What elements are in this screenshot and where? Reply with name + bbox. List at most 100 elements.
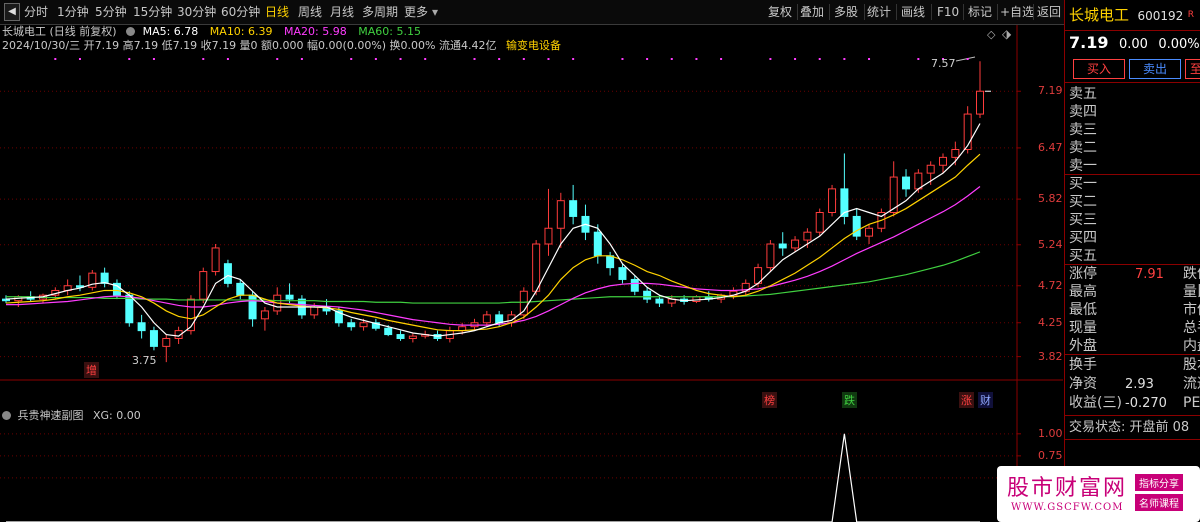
event-marker-cai[interactable]: 财 <box>978 392 993 408</box>
candle-body-up <box>828 188 837 213</box>
signal-dot <box>646 58 649 60</box>
more-dropdown-icon[interactable]: ▾ <box>432 0 438 24</box>
stat-row: 净资 2.93 流通 <box>1069 375 1200 394</box>
candle-body-down <box>593 231 602 257</box>
period-multi[interactable]: 多周期 <box>362 0 398 24</box>
candle-body-down <box>569 200 578 217</box>
signal-dot <box>226 58 229 60</box>
price-axis-label: 6.47 <box>1038 140 1063 154</box>
candle-body-up <box>162 338 171 347</box>
period-fenshi[interactable]: 分时 <box>24 0 48 24</box>
stat-row: 最高 量比 <box>1069 283 1200 302</box>
price-chart[interactable] <box>0 25 1063 522</box>
event-marker-die[interactable]: 跌 <box>842 392 857 408</box>
ask-5: 卖五 <box>1069 86 1097 102</box>
candle-body-down <box>643 290 652 300</box>
stat-row: 最低 市值 <box>1069 301 1200 320</box>
candle-body-up <box>976 90 984 115</box>
stat-label: 最高 <box>1069 284 1097 300</box>
rights-badge: R <box>1187 10 1194 20</box>
period-monthly[interactable]: 月线 <box>330 0 354 24</box>
toolbar-divider <box>864 4 865 20</box>
signal-dot <box>54 58 57 60</box>
stock-name: 长城电工 <box>1069 6 1130 24</box>
ma10-line <box>5 153 981 332</box>
stat-label-right: 股本 <box>1183 357 1200 373</box>
signal-dot <box>522 58 525 60</box>
candle-body-down <box>100 272 109 284</box>
ask-3: 卖三 <box>1069 122 1097 138</box>
stat-label-right: PE <box>1183 395 1200 411</box>
signal-dot <box>473 58 476 60</box>
candle-body-down <box>630 278 639 292</box>
candle-body-up <box>865 227 874 237</box>
candle-body-down <box>618 267 627 280</box>
period-1min[interactable]: 1分钟 <box>57 0 89 24</box>
signal-dot <box>917 58 920 60</box>
tool-multistock[interactable]: 多股 <box>834 0 858 24</box>
signal-dot <box>572 58 575 60</box>
toolbar-divider <box>896 4 897 20</box>
period-5min[interactable]: 5分钟 <box>95 0 127 24</box>
period-60min[interactable]: 60分钟 <box>221 0 260 24</box>
sell-button[interactable]: 卖出 <box>1129 59 1181 79</box>
stat-label-right: 流通 <box>1183 376 1200 392</box>
candle-body-down <box>396 334 405 339</box>
subchart-xg: XG: 0.00 <box>93 409 141 422</box>
price-row: 7.19 0.00 0.00% <box>1069 33 1200 52</box>
candle-body-up <box>803 231 812 241</box>
watermark-tag1: 指标分享 <box>1135 474 1183 491</box>
tool-return[interactable]: 返回 <box>1037 0 1061 24</box>
event-marker-zeng[interactable]: 增 <box>84 362 99 378</box>
price-axis-label: 4.72 <box>1038 278 1063 292</box>
signal-dot <box>621 58 624 60</box>
stat-row: 涨停 7.91 跌停 <box>1069 265 1200 284</box>
event-marker-bang[interactable]: 榜 <box>762 392 777 408</box>
tool-f10[interactable]: F10 <box>937 0 959 24</box>
stat-label: 净资 <box>1069 376 1097 392</box>
candle-body-down <box>778 243 787 249</box>
candle-body-down <box>137 322 146 332</box>
candle-body-down <box>495 314 504 324</box>
tool-mark[interactable]: 标记 <box>968 0 992 24</box>
period-15min[interactable]: 15分钟 <box>133 0 172 24</box>
back-arrow-icon[interactable]: ◀ <box>4 3 20 21</box>
signal-dot <box>670 58 673 60</box>
price-change: 0.00 <box>1118 37 1148 52</box>
tool-draw[interactable]: 画线 <box>901 0 925 24</box>
buy-button[interactable]: 买入 <box>1073 59 1125 79</box>
signal-dot <box>547 58 550 60</box>
period-weekly[interactable]: 周线 <box>298 0 322 24</box>
toolbar-divider <box>797 4 798 20</box>
signal-dot <box>498 58 501 60</box>
price-axis-label: 4.25 <box>1038 315 1063 329</box>
price-axis-label: 3.82 <box>1038 349 1063 363</box>
watermark-url: WWW.GSCFW.COM <box>1011 502 1124 513</box>
period-30min[interactable]: 30分钟 <box>177 0 216 24</box>
tool-stats[interactable]: 统计 <box>867 0 891 24</box>
stat-row: 现量 总手 <box>1069 319 1200 338</box>
subchart-header: 兵贵神速副图 XG: 0.00 <box>2 407 141 423</box>
main-chart-area: 长城电工 (日线 前复权) MA5: 6.78 MA10: 6.39 MA20:… <box>0 25 1063 522</box>
signal-dot <box>350 58 353 60</box>
high-arrow-line <box>955 56 976 62</box>
signal-dot <box>300 58 303 60</box>
subchart-toggle-icon[interactable] <box>2 411 11 420</box>
event-marker-zhang[interactable]: 涨 <box>959 392 974 408</box>
stock-title: 长城电工 600192 R <box>1069 6 1194 25</box>
tool-add-watchlist[interactable]: +自选 <box>1000 0 1034 24</box>
transfer-button[interactable]: 至 <box>1185 59 1200 79</box>
tool-fuquan[interactable]: 复权 <box>768 0 792 24</box>
price-axis-label: 7.19 <box>1038 84 1063 98</box>
period-more[interactable]: 更多 <box>404 0 428 24</box>
bid-3: 买三 <box>1069 212 1097 228</box>
period-daily[interactable]: 日线 <box>265 0 289 24</box>
candle-body-down <box>223 263 232 284</box>
toolbar-divider <box>963 4 964 20</box>
sub-axis-label: 0.75 <box>1038 448 1063 462</box>
tool-overlay[interactable]: 叠加 <box>800 0 824 24</box>
panel-divider <box>1065 82 1200 83</box>
signal-dot <box>276 58 279 60</box>
stat-value: 2.93 <box>1125 377 1154 392</box>
toolbar-divider <box>829 4 830 20</box>
